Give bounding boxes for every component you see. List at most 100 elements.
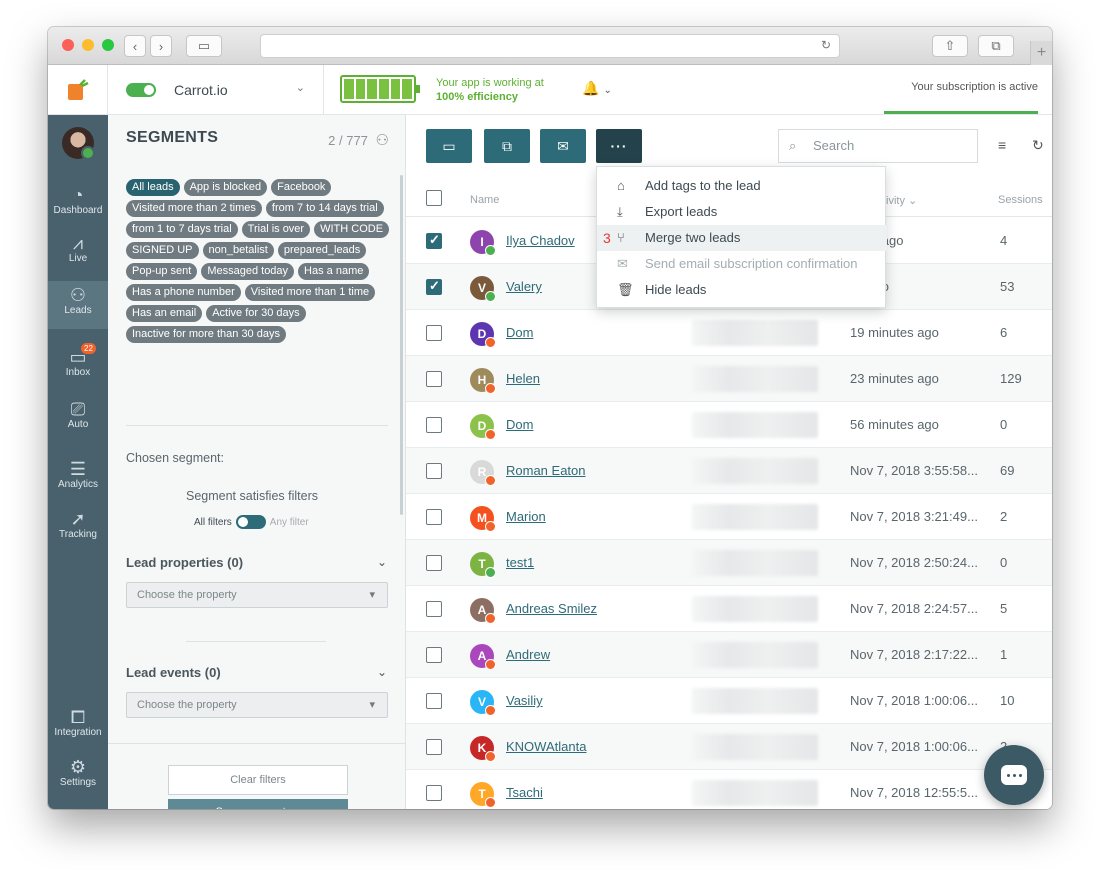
app-selector[interactable]: Carrot.io ⌄ (108, 65, 324, 115)
table-row[interactable]: Ttest1 Nov 7, 2018 2:50:24... 0 (406, 540, 1052, 586)
row-checkbox[interactable] (426, 693, 442, 709)
lead-name-link[interactable]: Tsachi (506, 785, 543, 800)
menu-item-add-tags[interactable]: ⌂ Add tags to the lead (597, 173, 887, 199)
sidebar-item-auto[interactable]: ⎚ Auto (48, 399, 108, 443)
scrollbar[interactable] (400, 175, 403, 515)
avatar[interactable] (62, 127, 95, 160)
lead-name-link[interactable]: Andrew (506, 647, 550, 662)
chat-widget-button[interactable] (984, 745, 1044, 805)
segment-tag[interactable]: SIGNED UP (126, 242, 199, 259)
lead-property-select[interactable]: Choose the property (126, 582, 388, 608)
row-checkbox[interactable] (426, 325, 442, 341)
row-checkbox[interactable] (426, 647, 442, 663)
refresh-icon[interactable]: ↻ (1032, 137, 1044, 154)
new-tab-icon[interactable]: + (1030, 41, 1052, 65)
table-row[interactable]: A Andrew Nov 7, 2018 2:17:22... 1 (406, 632, 1052, 678)
chevron-down-icon[interactable]: ⌄ (377, 555, 387, 569)
segment-tag[interactable]: from 7 to 14 days trial (265, 200, 384, 217)
sidebar-item-analytics[interactable]: ☰ Analytics (48, 459, 108, 503)
row-checkbox[interactable] (426, 785, 442, 801)
table-row[interactable]: V Vasiliy Nov 7, 2018 1:00:06... 10 (406, 678, 1052, 724)
segment-tag[interactable]: Has an email (126, 305, 203, 322)
lead-name-link[interactable]: Ilya Chadov (506, 233, 575, 248)
table-row[interactable]: D Dom 19 minutes ago 6 (406, 310, 1052, 356)
table-row[interactable]: M Marion Nov 7, 2018 3:21:49... 2 (406, 494, 1052, 540)
sidebar-item-leads[interactable]: ⚇ Leads (48, 281, 108, 329)
lead-name-link[interactable]: test1 (506, 555, 534, 570)
forward-icon[interactable]: › (150, 35, 172, 57)
segment-tag[interactable]: All leads (126, 179, 180, 196)
segment-tag[interactable]: Active for 30 days (206, 305, 306, 322)
segment-tag[interactable]: Has a phone number (126, 284, 241, 301)
carrot-logo[interactable] (48, 65, 108, 115)
chevron-down-icon[interactable]: ⌄ (377, 665, 387, 679)
segment-tag[interactable]: from 1 to 7 days trial (126, 221, 238, 238)
reload-icon[interactable]: ↻ (821, 38, 831, 52)
lead-name-link[interactable]: Roman Eaton (506, 463, 586, 478)
segment-tag[interactable]: WITH CODE (314, 221, 390, 238)
column-sessions[interactable]: Sessions (998, 194, 1043, 206)
lead-name-link[interactable]: KNOWAtlanta (506, 739, 586, 754)
lead-name-link[interactable]: Helen (506, 371, 540, 386)
segment-tag[interactable]: Has a name (298, 263, 370, 280)
segment-tag[interactable]: Messaged today (201, 263, 295, 280)
sidebar-item-dashboard[interactable]: ◔ Dashboard (48, 185, 108, 229)
row-checkbox[interactable] (426, 601, 442, 617)
lead-event-select[interactable]: Choose the property (126, 692, 388, 718)
menu-item-hide-leads[interactable]: 🗑 Hide leads (597, 277, 887, 303)
search-input[interactable]: ⌕ Search (778, 129, 978, 163)
lead-name-link[interactable]: Dom (506, 417, 533, 432)
address-bar[interactable]: ↻ (260, 34, 840, 58)
filter-mode-switch[interactable]: All filters Any filter (194, 515, 309, 529)
close-window-button[interactable] (62, 39, 74, 51)
segment-tag[interactable]: Pop-up sent (126, 263, 198, 280)
lead-name-link[interactable]: Vasiliy (506, 693, 543, 708)
sidebar-item-settings[interactable]: ⚙ Settings (48, 757, 108, 801)
more-actions-button[interactable]: ··· (596, 129, 642, 163)
lead-name-link[interactable]: Marion (506, 509, 546, 524)
sidebar-item-inbox[interactable]: ▭ 22 Inbox (48, 343, 108, 391)
back-icon[interactable]: ‹ (124, 35, 146, 57)
share-icon[interactable]: ⇧ (932, 35, 968, 57)
row-checkbox[interactable] (426, 463, 442, 479)
select-all-checkbox[interactable] (426, 190, 442, 206)
column-name[interactable]: Name (470, 194, 499, 206)
sidebar-item-tracking[interactable]: ➚ Tracking (48, 509, 108, 553)
segment-tag[interactable]: Visited more than 2 times (126, 200, 262, 217)
table-row[interactable]: KKNOWAtlantaNov 7, 2018 1:00:06...2 (406, 724, 1052, 770)
row-checkbox[interactable] (426, 739, 442, 755)
lead-name-link[interactable]: Valery (506, 279, 542, 294)
sidebar-item-integration[interactable]: ⧠ Integration (48, 707, 108, 751)
email-button[interactable]: ✉ (540, 129, 586, 163)
segment-tag[interactable]: App is blocked (183, 179, 268, 196)
table-row[interactable]: A Andreas Smilez Nov 7, 2018 2:24:57... 5 (406, 586, 1052, 632)
zoom-window-button[interactable] (102, 39, 114, 51)
table-row[interactable]: R Roman Eaton Nov 7, 2018 3:55:58... 69 (406, 448, 1052, 494)
table-row[interactable]: H Helen 23 minutes ago 129 (406, 356, 1052, 402)
lead-name-link[interactable]: Dom (506, 325, 533, 340)
row-checkbox[interactable] (426, 555, 442, 571)
row-checkbox[interactable] (426, 509, 442, 525)
clear-filters-button[interactable]: Clear filters (168, 765, 348, 795)
segment-tag[interactable]: prepared_leads (277, 242, 367, 259)
save-segment-button[interactable]: Save segment as (168, 799, 348, 809)
row-checkbox[interactable] (426, 417, 442, 433)
notifications-bell-icon[interactable]: 🔔 ⌄ (582, 80, 612, 97)
segment-tag[interactable]: Visited more than 1 time (244, 284, 376, 301)
columns-icon[interactable]: ≡ (998, 137, 1006, 153)
lead-name-link[interactable]: Andreas Smilez (506, 601, 597, 616)
minimize-window-button[interactable] (82, 39, 94, 51)
menu-item-send-confirmation[interactable]: ✉ Send email subscription confirmation (597, 251, 887, 277)
tabs-icon[interactable]: ⧉ (978, 35, 1014, 57)
menu-item-merge-leads[interactable]: 3 ⑂ Merge two leads (597, 225, 887, 251)
row-checkbox[interactable] (426, 232, 442, 249)
segment-tag[interactable]: Facebook (271, 179, 332, 196)
send-message-button[interactable]: ▭ (426, 129, 472, 163)
segment-tag[interactable]: Inactive for more than 30 days (126, 326, 286, 343)
chevron-down-icon[interactable]: ⌄ (296, 81, 305, 94)
popup-button[interactable]: ⧉ (484, 129, 530, 163)
table-row[interactable]: T Tsachi Nov 7, 2018 12:55:5... (406, 770, 1052, 809)
app-active-toggle[interactable] (126, 83, 156, 97)
row-checkbox[interactable] (426, 278, 442, 295)
column-activity[interactable]: ivity ⌄ (886, 194, 917, 207)
